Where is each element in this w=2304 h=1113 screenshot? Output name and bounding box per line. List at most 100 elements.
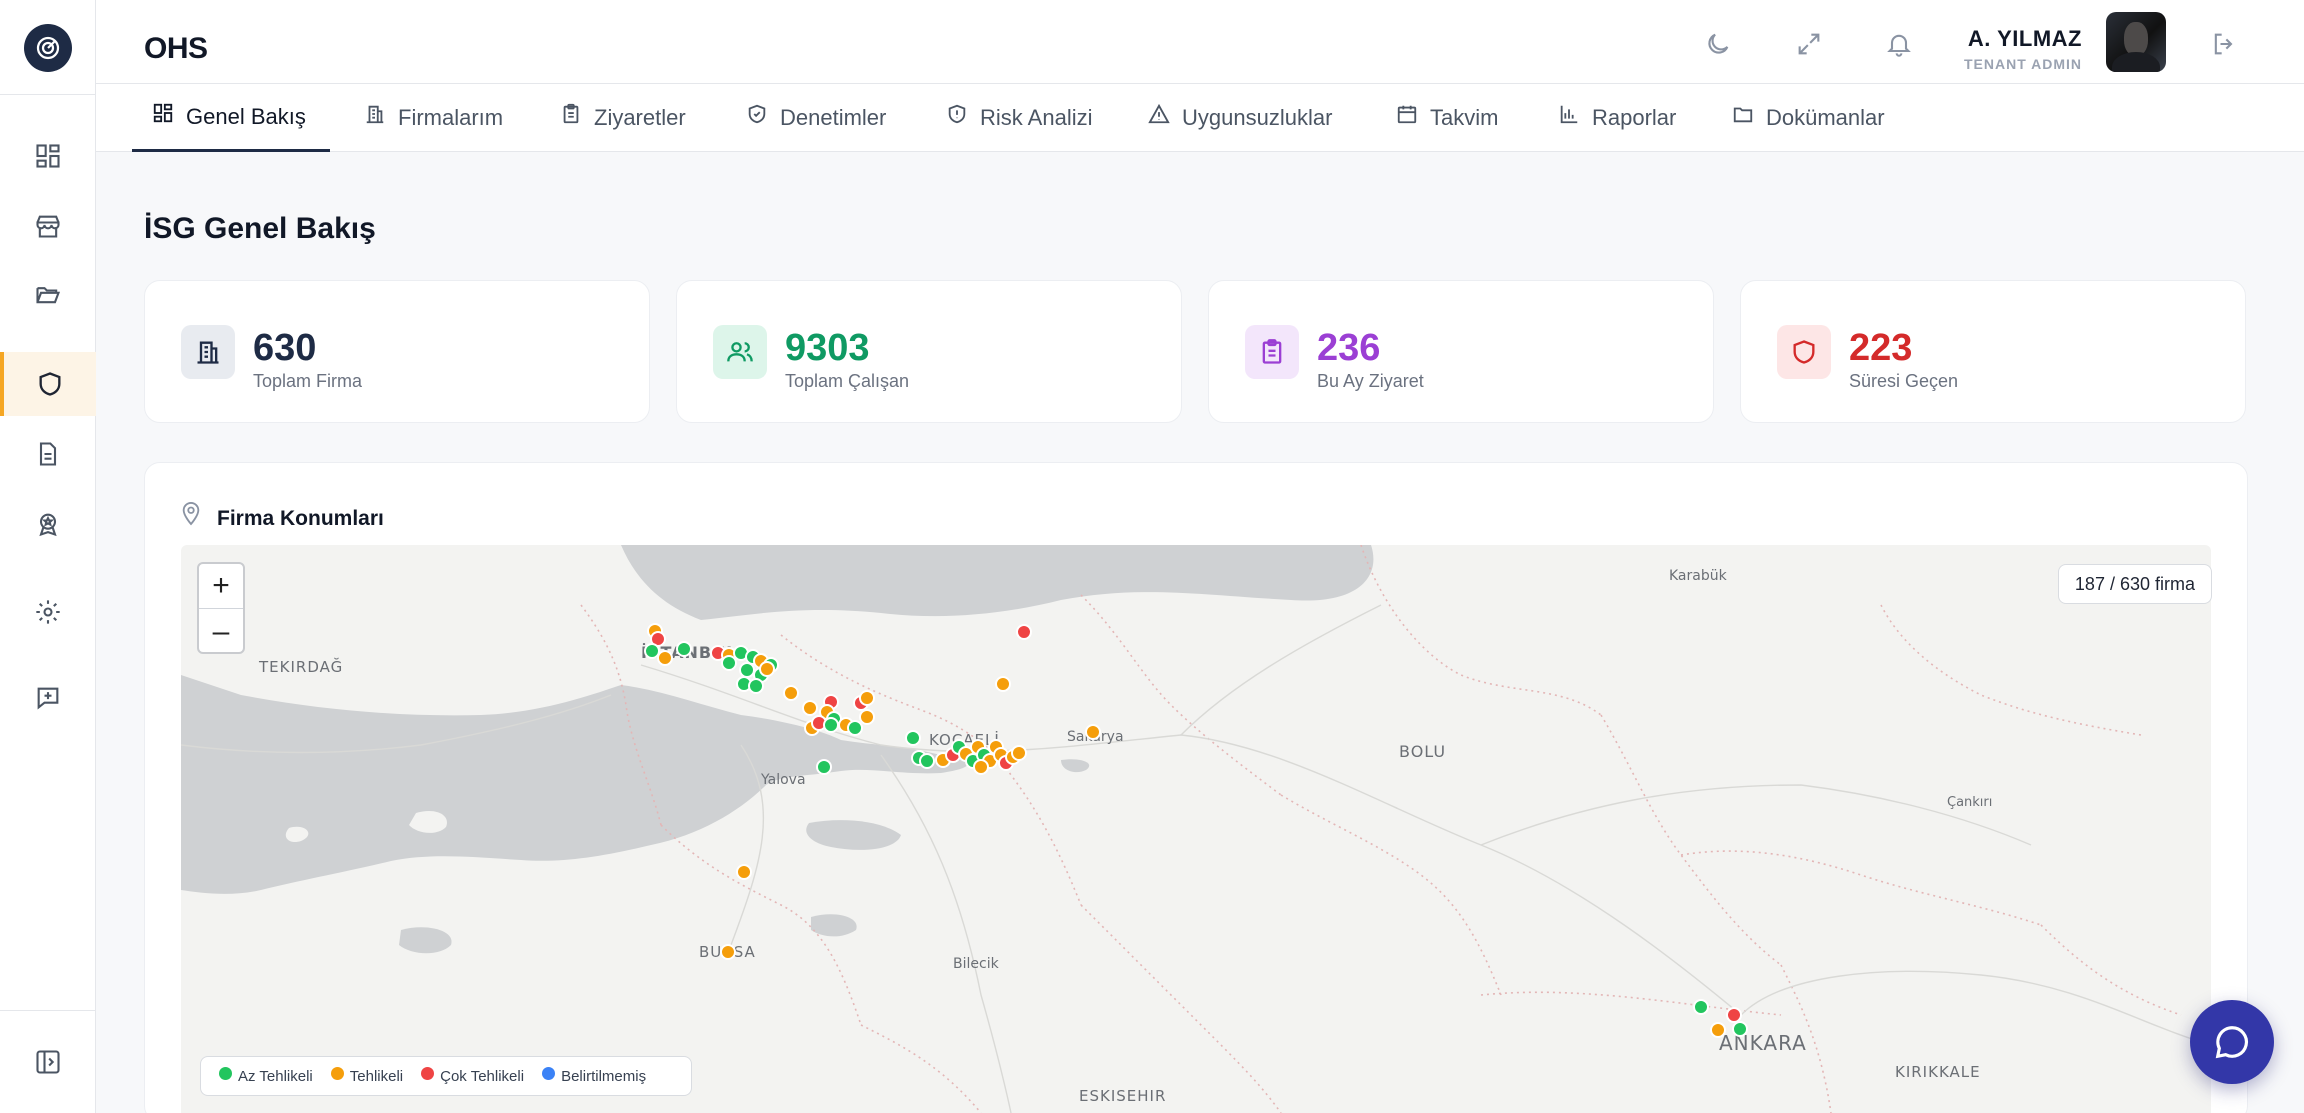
stat-value: 236 [1317,327,1381,369]
expand-icon [1798,33,1820,55]
firm-marker [919,753,935,769]
page-title: İSG Genel Bakış [144,212,376,245]
folder-icon [1733,107,1753,123]
map-label-eskisehir: ESKISEHIR [1079,1087,1166,1105]
map-title: Firma Konumları [217,507,384,530]
stat-icon [1777,325,1831,379]
tab-denetimler[interactable]: Denetimler [746,84,886,152]
firm-marker [748,678,764,694]
left-rail [0,0,96,1113]
map-label-bilecik: Bilecik [953,956,1000,972]
legend-label: Belirtilmemiş [561,1067,647,1085]
firm-marker [859,709,875,725]
notifications-button[interactable] [1879,24,1919,64]
store-nav-button[interactable] [0,194,96,258]
folder-nav-button[interactable] [0,262,96,326]
document-nav-button[interactable] [0,422,96,486]
tab-label: Ziyaretler [594,105,686,130]
fullscreen-button[interactable] [1789,24,1829,64]
tab-genel-bakis[interactable]: Genel Bakış [132,84,330,152]
logout-icon [2214,33,2233,55]
legend-item: Çok Tehlikeli [421,1066,524,1085]
tab-label: Genel Bakış [186,103,306,129]
users-icon [727,342,753,362]
app-logo[interactable] [24,24,72,72]
tab-label: Risk Analizi [980,105,1093,130]
tab-raporlar[interactable]: Raporlar [1558,84,1676,152]
stat-label: Bu Ay Ziyaret [1317,371,1424,391]
legend-label: Tehlikeli [349,1067,404,1085]
firm-marker [1710,1022,1726,1038]
certificate-nav-button[interactable] [0,492,96,556]
store-icon [36,215,60,238]
legend-dot [219,1066,232,1080]
firm-marker [739,662,755,678]
stat-icon [181,325,235,379]
firm-marker [973,759,989,775]
award-icon [39,513,57,537]
lake [399,927,452,954]
firm-marker [783,685,799,701]
firm-marker [720,944,736,960]
settings-nav-button[interactable] [0,580,96,644]
tab-label: Takvim [1430,105,1499,130]
user-role: TENANT ADMIN [1963,56,2082,72]
zoom-control: + – [197,562,245,654]
brand-title: OHS [144,32,208,65]
stat-icon [1245,325,1299,379]
bell-icon [1887,34,1911,57]
tab-takvim[interactable]: Takvim [1396,84,1498,152]
shield-check-icon [748,104,766,124]
firm-marker [859,690,875,706]
firm-marker [816,759,832,775]
firm-marker [847,720,863,736]
chat-button[interactable] [2190,1000,2274,1084]
shield-nav-button[interactable] [0,352,96,416]
firm-marker [1016,624,1032,640]
map-label-yalova: Yalova [760,772,806,788]
avatar[interactable] [2106,12,2166,72]
tab-risk-analizi[interactable]: Risk Analizi [946,84,1092,152]
firm-marker [905,730,921,746]
tab-ziyaretler[interactable]: Ziyaretler [560,84,686,152]
tab-bar: Genel Bakış Firmalarım Ziyaretler Deneti… [96,84,2304,152]
legend-item: Tehlikeli [330,1066,404,1085]
dashboard-nav-button[interactable] [0,124,96,188]
stat-label: Toplam Çalışan [785,371,910,391]
firm-marker [736,864,752,880]
tab-firmalarim[interactable]: Firmalarım [364,84,503,152]
stat-label: Toplam Firma [253,371,363,391]
folder-open-icon [36,287,61,304]
map-label-ankara: ANKARA [1719,1031,1807,1055]
tab-dokumanlar[interactable]: Dokümanlar [1732,84,1885,152]
bar-chart-icon [1560,105,1578,124]
firm-location-map[interactable]: TEKIRDAĞ İSTANBUL KOCAELİ Yalova Sakarya… [181,545,2211,1113]
tab-uygunsuzluklar[interactable]: Uygunsuzluklar [1148,84,1332,152]
stat-card-firma: 630 Toplam Firma [144,280,650,423]
black-sea-water [621,545,1374,620]
firm-marker [721,655,737,671]
legend-item: Belirtilmemiş [542,1066,647,1085]
firm-marker [1011,745,1027,761]
logout-button[interactable] [2204,24,2244,64]
warning-triangle-icon [1148,103,1170,124]
collapse-sidebar-button[interactable] [0,1030,96,1094]
rail-divider-bottom [0,1010,96,1011]
map-pin-icon [182,502,200,526]
firm-marker [1085,724,1101,740]
stat-value: 9303 [785,327,870,369]
tab-label: Uygunsuzluklar [1182,105,1333,130]
zoom-in-button[interactable]: + [199,564,243,609]
firm-marker [1693,999,1709,1015]
dark-mode-toggle[interactable] [1698,24,1738,64]
map-label-karabuk: Karabük [1669,568,1728,584]
stat-value: 630 [253,327,317,369]
dashboard-icon [36,144,60,168]
map-label-kirikkale: KIRIKKALE [1895,1063,1981,1081]
feedback-nav-button[interactable] [0,666,96,730]
clipboard-icon [563,103,579,124]
user-name: A. YILMAZ [1967,26,2082,51]
zoom-out-button[interactable]: – [199,609,243,654]
shield-icon [39,372,61,396]
legend-dot [330,1066,344,1080]
